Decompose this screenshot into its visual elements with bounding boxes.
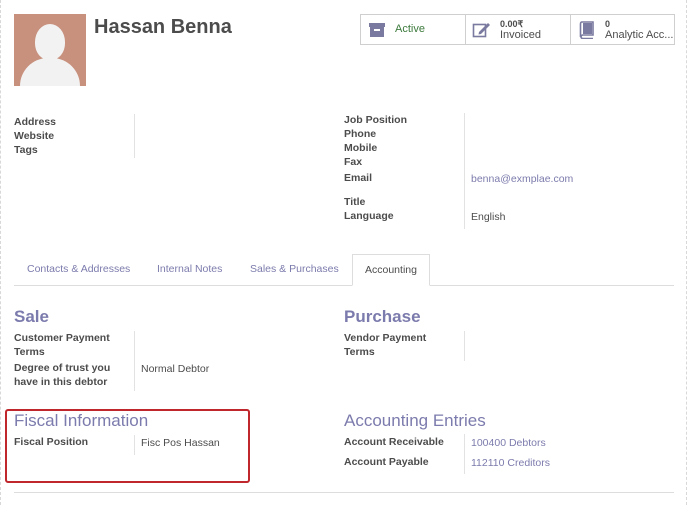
field-divider xyxy=(134,331,135,391)
address-label: Address xyxy=(14,116,57,128)
field-divider xyxy=(464,113,465,229)
account-payable-value[interactable]: 112110 Creditors xyxy=(471,457,550,469)
job-position-label: Job Position xyxy=(344,114,407,126)
title-label: Title xyxy=(344,196,366,208)
book-icon xyxy=(577,20,597,40)
tab-internal-notes[interactable]: Internal Notes xyxy=(145,254,234,286)
degree-of-trust-label-line1: Degree of trust you xyxy=(14,362,111,374)
tab-sales-purchases[interactable]: Sales & Purchases xyxy=(238,254,351,286)
website-label: Website xyxy=(14,130,55,142)
mobile-label: Mobile xyxy=(344,142,378,154)
tab-contacts-addresses[interactable]: Contacts & Addresses xyxy=(15,254,142,286)
phone-label: Phone xyxy=(344,128,377,140)
purchase-section-title: Purchase xyxy=(344,307,421,326)
account-receivable-label: Account Receivable xyxy=(344,436,444,448)
email-value[interactable]: benna@exmplae.com xyxy=(471,173,573,185)
degree-of-trust-label-line2: have in this debtor xyxy=(14,376,108,388)
section-divider xyxy=(14,492,674,493)
pencil-square-icon xyxy=(472,20,492,40)
sale-section-title: Sale xyxy=(14,307,49,326)
field-divider xyxy=(464,331,465,361)
account-payable-label: Account Payable xyxy=(344,456,429,468)
degree-of-trust-value[interactable]: Normal Debtor xyxy=(141,363,209,375)
tab-accounting[interactable]: Accounting xyxy=(352,254,430,286)
email-label: Email xyxy=(344,172,373,184)
highlight-box xyxy=(5,409,250,483)
vendor-payment-terms-label-line2: Terms xyxy=(344,346,375,358)
partner-name[interactable]: Hassan Benna xyxy=(94,16,232,39)
notebook-tabs: Contacts & Addresses Internal Notes Sale… xyxy=(14,254,674,286)
field-divider xyxy=(464,434,465,474)
invoiced-label: Invoiced xyxy=(500,28,541,41)
invoiced-button[interactable]: 0.00₹ Invoiced xyxy=(465,14,571,45)
avatar-head-silhouette xyxy=(35,24,65,60)
account-receivable-value[interactable]: 100400 Debtors xyxy=(471,437,546,449)
fax-label: Fax xyxy=(344,156,363,168)
language-value[interactable]: English xyxy=(471,211,505,223)
active-button[interactable]: Active xyxy=(360,14,466,45)
avatar[interactable] xyxy=(14,14,86,86)
archive-icon xyxy=(367,20,387,40)
accounting-entries-title: Accounting Entries xyxy=(344,411,486,430)
active-label: Active xyxy=(395,24,425,35)
tags-label: Tags xyxy=(14,144,38,156)
language-label: Language xyxy=(344,210,394,222)
analytic-accounts-button[interactable]: 0 Analytic Acc... xyxy=(570,14,675,45)
customer-payment-terms-label-line2: Terms xyxy=(14,346,45,358)
field-divider xyxy=(134,114,135,158)
vendor-payment-terms-label-line1: Vendor Payment xyxy=(344,332,427,344)
customer-payment-terms-label-line1: Customer Payment xyxy=(14,332,110,344)
analytic-accounts-label: Analytic Acc... xyxy=(605,28,674,41)
avatar-body-silhouette xyxy=(20,58,80,86)
